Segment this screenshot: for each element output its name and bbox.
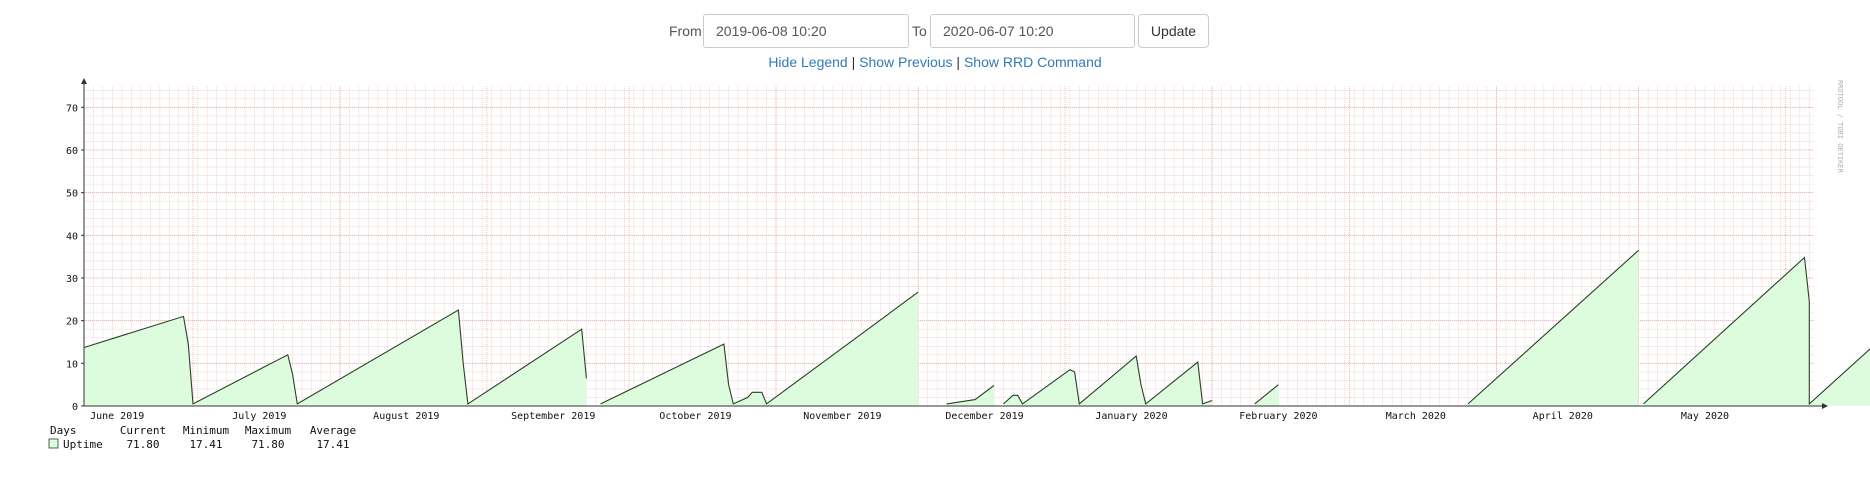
to-date-input[interactable]: 2020-06-07 10:20 (930, 14, 1135, 48)
y-tick-label: 50 (66, 189, 78, 200)
x-axis-arrow (1822, 403, 1828, 409)
x-tick-label: November 2019 (803, 411, 881, 422)
show-previous-link[interactable]: Show Previous (859, 54, 952, 70)
legend-header: Minimum (183, 424, 230, 437)
x-tick-label: July 2019 (232, 411, 286, 422)
y-tick-label: 10 (66, 359, 78, 370)
series-area-uptime (1003, 356, 1213, 406)
y-axis-arrow (81, 78, 87, 84)
series-area-uptime (1643, 257, 1870, 406)
y-tick-label: 0 (72, 402, 78, 413)
y-tick-label: 60 (66, 146, 78, 157)
legend-current-value: 71.80 (126, 438, 159, 451)
from-label: From (669, 23, 702, 39)
legend-header: Average (310, 424, 356, 437)
legend-average-value: 17.41 (316, 438, 349, 451)
series-line-uptime (1003, 355, 1213, 405)
series-line-uptime (1643, 256, 1870, 406)
series-line-uptime (83, 309, 587, 405)
to-label: To (912, 23, 927, 39)
legend-maximum-value: 71.80 (251, 438, 284, 451)
x-tick-label: May 2020 (1681, 411, 1729, 422)
x-tick-label: December 2019 (945, 411, 1023, 422)
from-date-input[interactable]: 2019-06-08 10:20 (703, 14, 909, 48)
series-line-uptime (600, 291, 919, 405)
graph-links: Hide Legend | Show Previous | Show RRD C… (0, 54, 1870, 70)
legend-header: Maximum (245, 424, 292, 437)
show-rrd-command-link[interactable]: Show RRD Command (964, 54, 1102, 70)
legend-header: Current (120, 424, 166, 437)
series-area-uptime (84, 310, 587, 406)
x-tick-label: October 2019 (659, 411, 731, 422)
x-tick-label: April 2020 (1533, 411, 1593, 422)
x-tick-label: August 2019 (373, 411, 439, 422)
x-tick-label: September 2019 (511, 411, 595, 422)
hide-legend-link[interactable]: Hide Legend (768, 54, 847, 70)
x-tick-label: January 2020 (1095, 411, 1167, 422)
y-tick-label: 30 (66, 274, 78, 285)
series-area-uptime (1254, 384, 1279, 406)
legend-unit: Days (50, 424, 77, 437)
series-area-uptime (946, 385, 994, 406)
uptime-chart: 0 10 20 30 40 50 60 70 June 2019 July 2019 August … (48, 78, 1870, 451)
y-tick-label: 20 (66, 317, 78, 328)
series-line-uptime (1254, 384, 1279, 405)
update-button[interactable]: Update (1138, 14, 1209, 48)
series-line-uptime (946, 385, 995, 405)
rrdtool-watermark: RRDTOOL / TOBI OETIKER (1836, 80, 1844, 174)
link-separator: | (851, 54, 856, 70)
series-area-uptime (600, 292, 919, 406)
link-separator: | (956, 54, 961, 70)
x-tick-label: June 2019 (90, 411, 144, 422)
y-tick-label: 40 (66, 231, 78, 242)
legend-swatch (48, 438, 59, 449)
y-tick-label: 70 (66, 103, 78, 114)
x-tick-label: February 2020 (1239, 411, 1317, 422)
x-tick-label: March 2020 (1386, 411, 1446, 422)
legend-minimum-value: 17.41 (189, 438, 222, 451)
series-area-uptime (1468, 250, 1639, 406)
legend-label: Uptime (63, 438, 103, 451)
series-line-uptime (1467, 249, 1639, 405)
date-range-form: From 2019-06-08 10:20 To 2020-06-07 10:2… (0, 14, 1870, 48)
